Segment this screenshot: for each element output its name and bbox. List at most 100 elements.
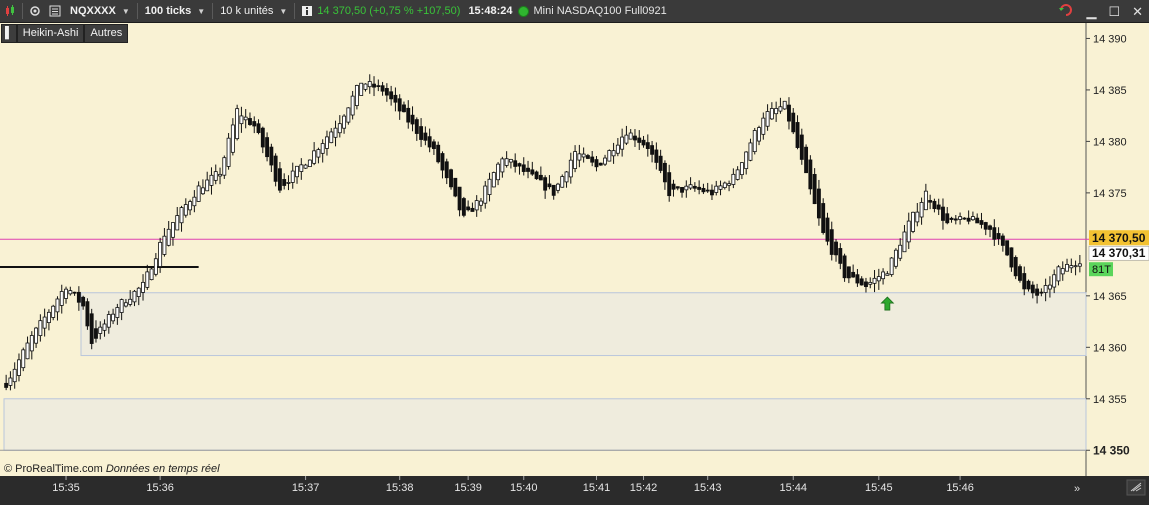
candle-body: [975, 217, 980, 224]
scroll-right-icon[interactable]: »: [1074, 483, 1080, 495]
heikin-ashi-button[interactable]: Heikin-Ashi: [16, 24, 85, 43]
x-tick-label: 15:42: [630, 482, 658, 494]
candle-body: [893, 249, 898, 267]
candle-body: [958, 216, 963, 220]
candle-body: [530, 169, 535, 175]
candle-body: [645, 142, 650, 149]
units-select[interactable]: 10 k unités ▼: [215, 2, 292, 20]
candle-body: [684, 185, 689, 191]
candle-body: [842, 255, 847, 279]
refresh-icon[interactable]: [1058, 3, 1074, 20]
candle-body: [731, 173, 736, 185]
candle-body: [153, 258, 158, 275]
minimize-icon[interactable]: ▁: [1086, 4, 1096, 20]
candle-body: [915, 211, 920, 223]
candle-body: [354, 85, 359, 106]
candle-body: [517, 163, 522, 167]
candle-body: [175, 215, 180, 231]
settings-icon[interactable]: [25, 0, 45, 22]
x-tick-label: 15:43: [694, 482, 722, 494]
candle-body: [256, 123, 261, 133]
candle-body: [213, 171, 218, 181]
candle-body: [1047, 284, 1052, 290]
candle-body: [196, 185, 201, 202]
candle-body: [568, 159, 573, 178]
candle-body: [662, 162, 667, 183]
candle-body: [774, 108, 779, 115]
candle-body: [64, 288, 68, 299]
candle-body: [1035, 288, 1040, 296]
candle-body: [149, 268, 154, 281]
candle-body: [795, 122, 800, 148]
candle-body: [556, 183, 560, 191]
chart-area[interactable]: 14 390 14 385 14 380 14 375 14 365 14 360 14 3…: [0, 23, 1149, 500]
candle-body: [218, 173, 222, 177]
candle-body: [637, 137, 642, 143]
candle-body: [299, 164, 304, 172]
candle-body: [474, 200, 479, 211]
candle-body: [932, 200, 937, 210]
candle-body: [543, 177, 548, 191]
candle-body: [812, 174, 817, 205]
info-icon[interactable]: [297, 0, 317, 22]
resize-grip-icon[interactable]: [1126, 479, 1146, 496]
list-icon[interactable]: [45, 0, 65, 22]
candle-body: [752, 130, 757, 153]
candle-body: [923, 190, 928, 211]
other-indicators-button[interactable]: Autres: [84, 24, 129, 43]
candle-body: [282, 179, 287, 186]
candle-body: [782, 100, 787, 110]
y-tick-label: 14 375: [1093, 188, 1127, 200]
maximize-icon[interactable]: ☐: [1108, 4, 1120, 20]
candle-body: [739, 162, 744, 176]
candle-body: [453, 177, 458, 197]
legend-marker-icon[interactable]: ▌: [1, 24, 17, 43]
instrument-select[interactable]: NQXXXX ▼: [65, 2, 135, 20]
candle-body: [911, 211, 915, 232]
close-icon[interactable]: ✕: [1132, 4, 1143, 20]
candle-body: [136, 287, 141, 297]
candle-body: [838, 248, 843, 264]
candle-body: [979, 220, 984, 225]
candle-body: [906, 220, 911, 243]
candle-body: [295, 165, 299, 178]
candle-body: [705, 189, 710, 192]
candle-body: [966, 217, 971, 222]
candle-body: [303, 164, 308, 169]
candle-body: [534, 171, 539, 180]
candlestick-icon[interactable]: [0, 0, 20, 22]
clock-time: 15:48:24: [468, 5, 513, 17]
candle-body: [457, 186, 462, 211]
candle-body: [547, 183, 552, 188]
candle-body: [397, 98, 402, 112]
candle-body: [200, 187, 205, 195]
candle-body: [868, 282, 873, 285]
candle-body: [286, 182, 291, 184]
candle-body: [1052, 274, 1057, 288]
x-tick-label: 15:41: [583, 482, 611, 494]
candle-body: [675, 186, 680, 189]
candle-body: [1000, 235, 1005, 246]
candle-body: [158, 241, 163, 267]
candle-body: [389, 91, 394, 100]
candle-body: [277, 168, 282, 191]
candle-body: [342, 115, 347, 129]
candle-body: [51, 305, 56, 318]
candle-body: [384, 88, 389, 96]
candle-body: [419, 126, 424, 140]
chevron-down-icon: ▼: [197, 6, 206, 16]
candle-body: [393, 94, 398, 103]
candle-body: [372, 83, 376, 88]
candle-body: [902, 231, 907, 253]
candle-body: [487, 178, 492, 196]
candle-body: [316, 149, 321, 158]
candle-body: [85, 301, 90, 327]
candle-body: [688, 184, 693, 189]
candle-body: [598, 162, 603, 166]
candle-body: [367, 81, 372, 88]
candle-body: [603, 157, 607, 165]
units-value: 10 k unités: [220, 5, 274, 17]
candle-body: [928, 200, 933, 203]
chart-canvas[interactable]: 14 390 14 385 14 380 14 375 14 365 14 360 14 3…: [0, 23, 1149, 500]
tick-mode-select[interactable]: 100 ticks ▼: [140, 2, 210, 20]
